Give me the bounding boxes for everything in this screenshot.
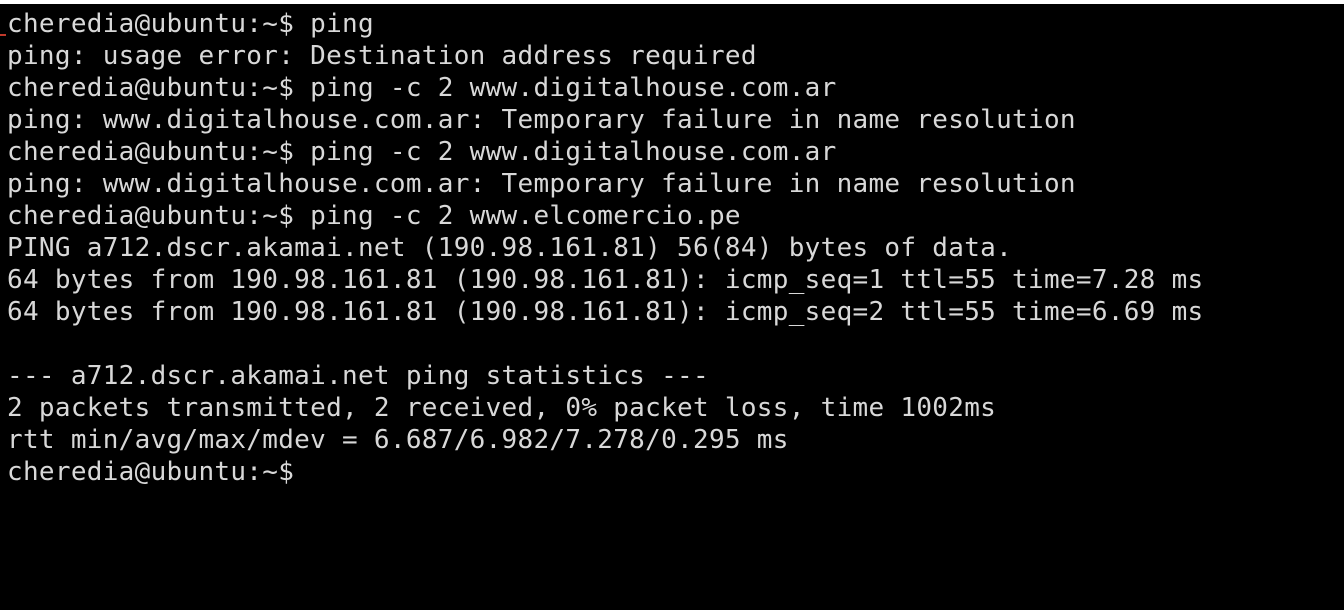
terminal-line-output: ping: www.digitalhouse.com.ar: Temporary… [7, 169, 1076, 199]
terminal-current-prompt[interactable]: cheredia@ubuntu:~$ [7, 456, 1204, 488]
terminal-line-output: --- a712.dscr.akamai.net ping statistics… [7, 361, 709, 391]
terminal-line-output: ping: www.digitalhouse.com.ar: Temporary… [7, 105, 1076, 135]
terminal-line-output: 64 bytes from 190.98.161.81 (190.98.161.… [7, 297, 1204, 327]
terminal-window[interactable]: cheredia@ubuntu:~$ ping ping: usage erro… [0, 4, 1344, 610]
terminal-line-output: PING a712.dscr.akamai.net (190.98.161.81… [7, 233, 1013, 263]
terminal-line-output: ping: usage error: Destination address r… [7, 41, 757, 71]
terminal-line-blank [7, 328, 1204, 360]
terminal-line-output: rtt min/avg/max/mdev = 6.687/6.982/7.278… [7, 425, 789, 455]
terminal-output: cheredia@ubuntu:~$ ping ping: usage erro… [7, 8, 1204, 488]
terminal-line-prompt: cheredia@ubuntu:~$ ping -c 2 www.digital… [7, 73, 837, 103]
terminal-line-prompt: cheredia@ubuntu:~$ ping -c 2 www.elcomer… [7, 201, 741, 231]
terminal-line-prompt: cheredia@ubuntu:~$ ping -c 2 www.digital… [7, 137, 837, 167]
terminal-line-output: 64 bytes from 190.98.161.81 (190.98.161.… [7, 265, 1204, 295]
window-edge-marker [0, 34, 6, 36]
terminal-line-prompt: cheredia@ubuntu:~$ ping [7, 9, 374, 39]
terminal-line-output: 2 packets transmitted, 2 received, 0% pa… [7, 393, 997, 423]
